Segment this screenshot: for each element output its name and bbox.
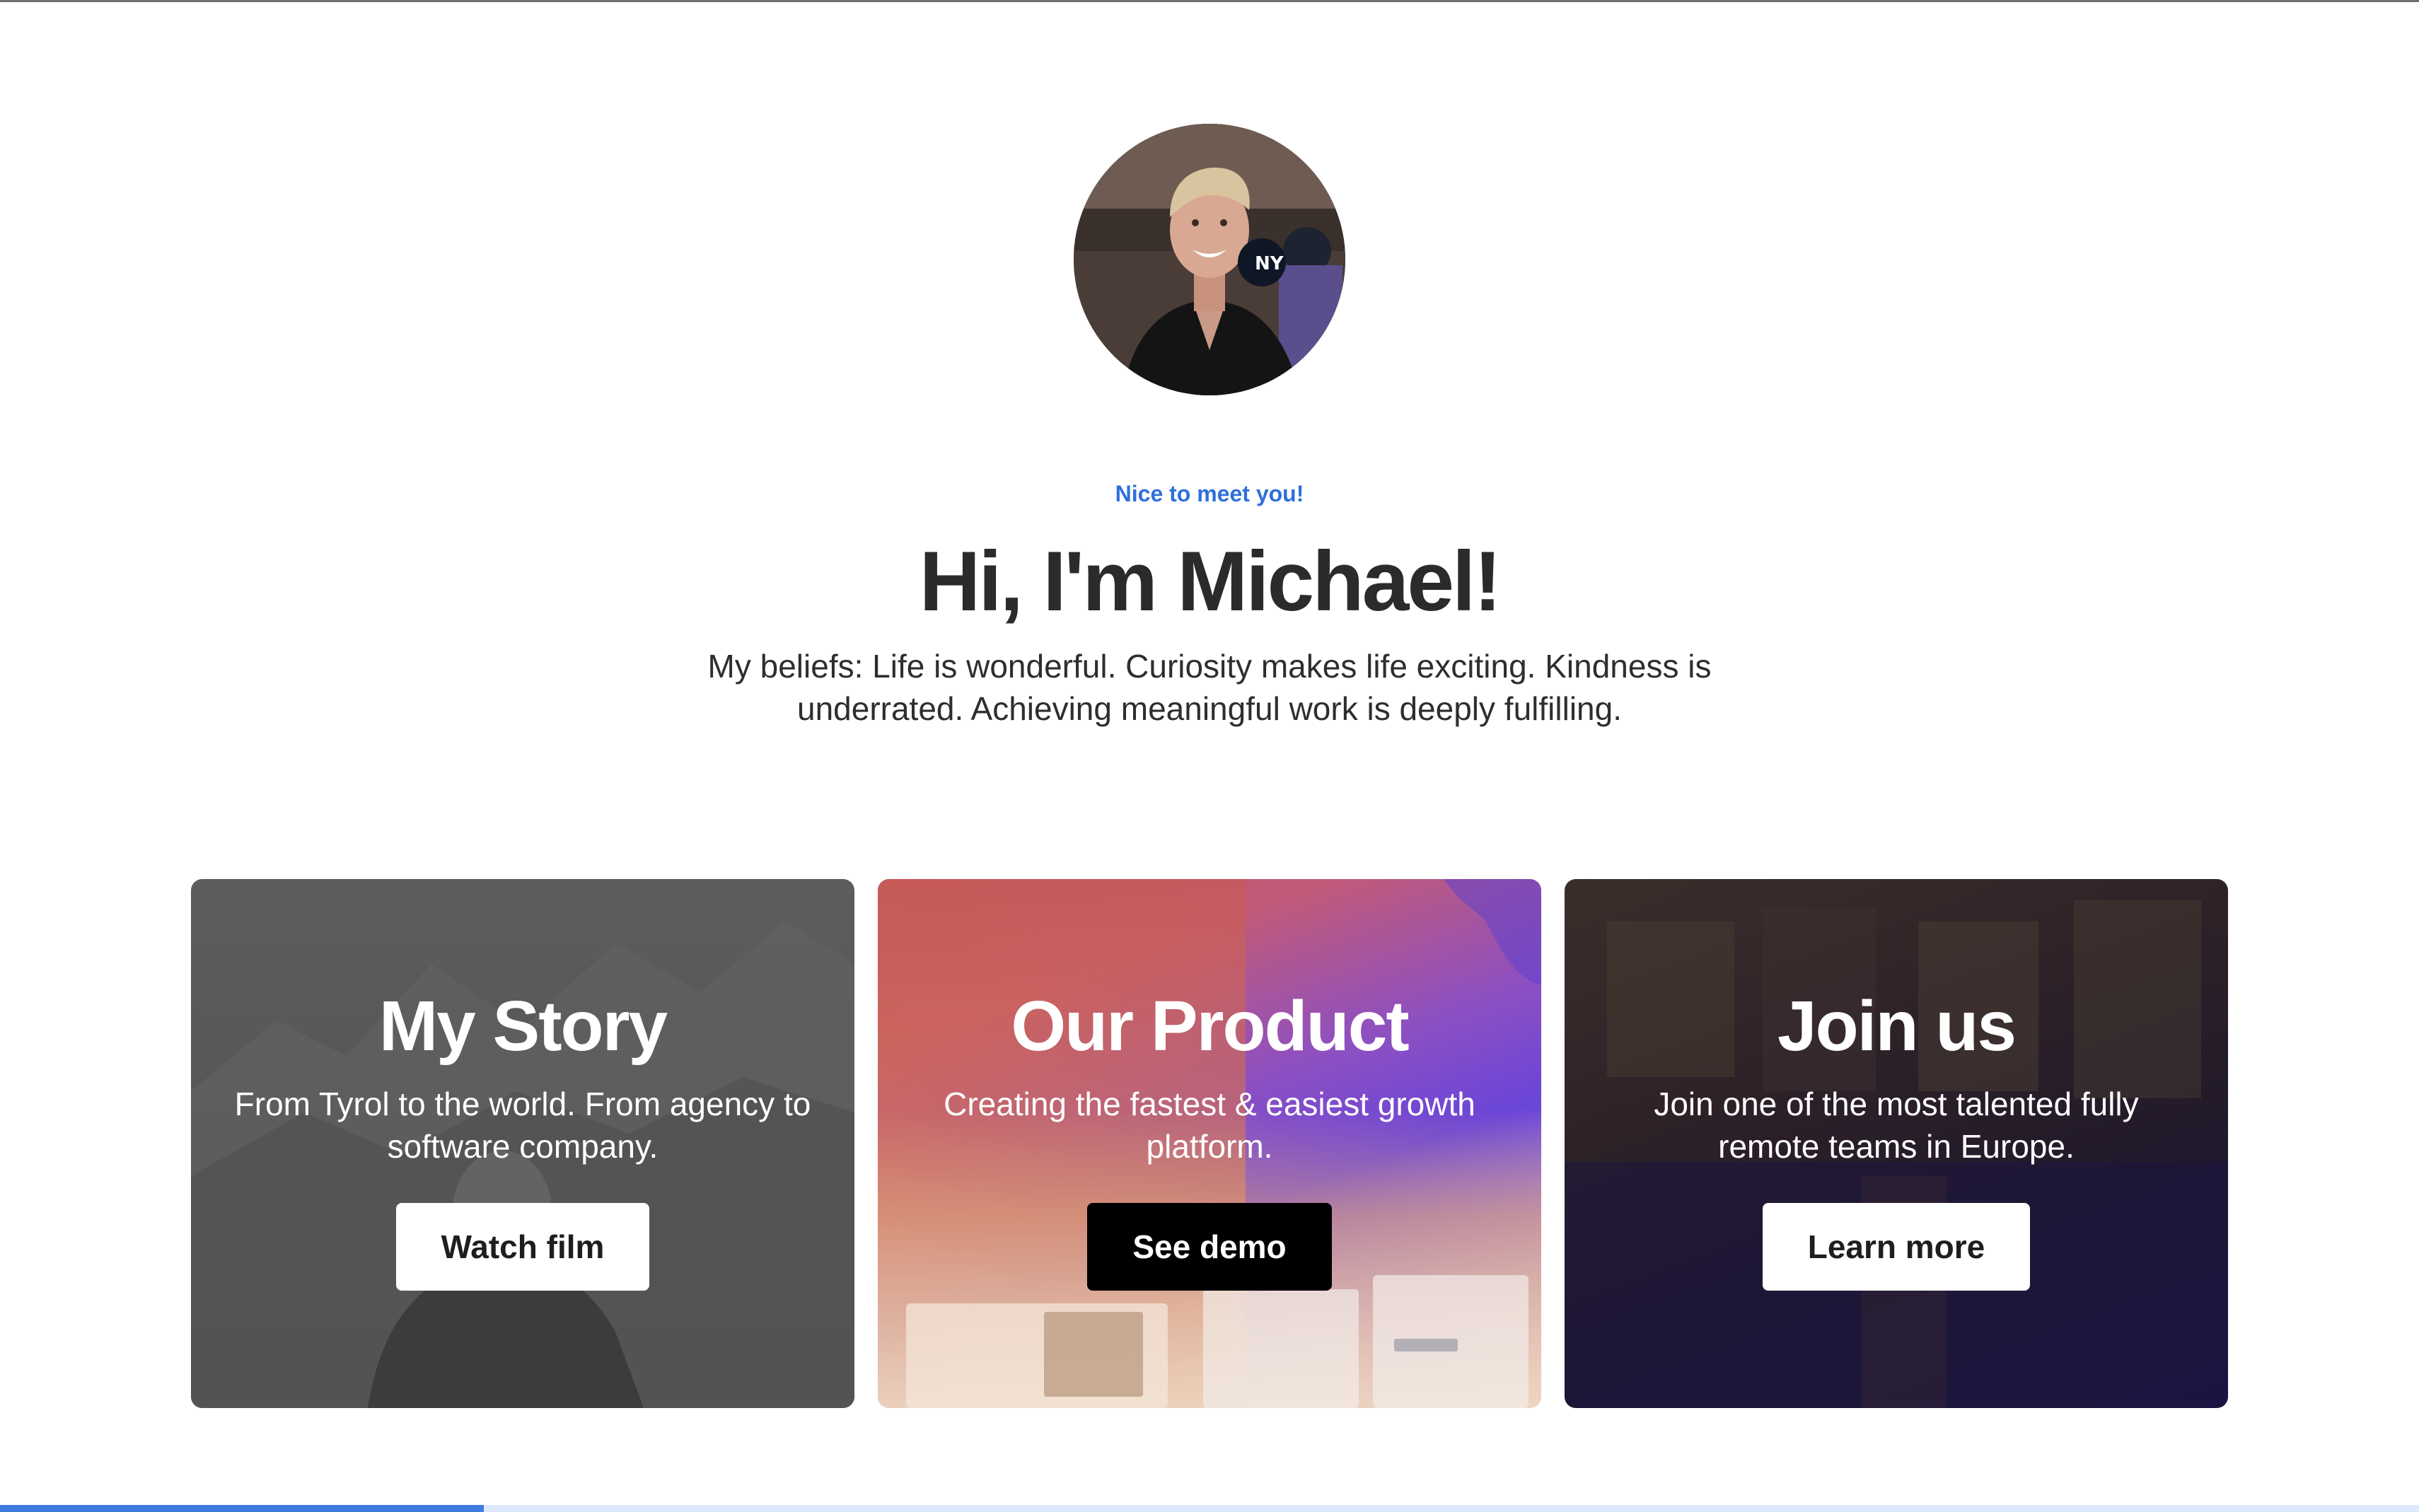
- avatar-photo-icon: NY: [1074, 124, 1345, 395]
- see-demo-button[interactable]: See demo: [1087, 1203, 1332, 1291]
- card-title: My Story: [378, 987, 668, 1066]
- hero-subtitle: My beliefs: Life is wonderful. Curiosity…: [707, 648, 1712, 727]
- card-title: Join us: [1777, 987, 2017, 1066]
- learn-more-button[interactable]: Learn more: [1762, 1203, 2031, 1291]
- profile-avatar: NY: [1074, 124, 1345, 395]
- card-text: From Tyrol to the world. From agency to …: [234, 1086, 811, 1165]
- scroll-progress-fill: [0, 1505, 484, 1512]
- card-text: Creating the fastest & easiest growth pl…: [944, 1086, 1475, 1165]
- card-content: Our Product Creating the fastest & easie…: [878, 984, 1541, 1291]
- top-divider: [0, 0, 2419, 2]
- card-content: My Story From Tyrol to the world. From a…: [191, 984, 854, 1291]
- svg-text:NY: NY: [1255, 253, 1284, 274]
- card-our-product[interactable]: Our Product Creating the fastest & easie…: [878, 879, 1541, 1408]
- page: NY Nice to meet you! Hi, I'm Michael! My…: [0, 0, 2419, 1512]
- watch-film-button[interactable]: Watch film: [395, 1203, 650, 1291]
- card-content: Join us Join one of the most talented fu…: [1565, 984, 2228, 1291]
- card-title: Our Product: [1011, 987, 1409, 1066]
- card-my-story[interactable]: My Story From Tyrol to the world. From a…: [191, 879, 854, 1408]
- card-join-us[interactable]: Join us Join one of the most talented fu…: [1565, 879, 2228, 1408]
- card-text: Join one of the most talented fully remo…: [1654, 1086, 2139, 1165]
- scroll-progress-bar: [0, 1505, 2419, 1512]
- hero-eyebrow: Nice to meet you!: [1115, 481, 1304, 506]
- page-title: Hi, I'm Michael!: [919, 534, 1502, 629]
